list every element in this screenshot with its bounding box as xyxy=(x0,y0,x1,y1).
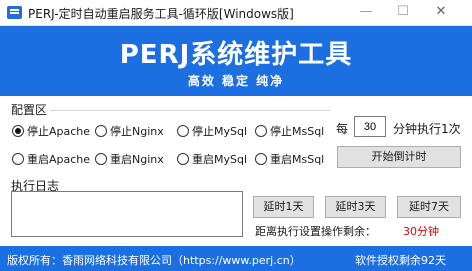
window-title: PERJ-定时自动重启服务工具-循环版[Windows版] xyxy=(28,7,294,21)
radio-circle-icon xyxy=(95,125,107,137)
radio-circle-icon xyxy=(255,153,267,165)
radio-label: 重启Nginx xyxy=(110,153,164,166)
app-icon xyxy=(7,6,22,19)
minimize-button[interactable]: — xyxy=(351,2,381,22)
banner: PERJ系统维护工具 高效 稳定 纯净 xyxy=(0,26,472,96)
start-countdown-button[interactable]: 开始倒计时 xyxy=(337,146,461,168)
banner-subtitle: 高效 稳定 纯净 xyxy=(187,74,285,88)
every-suffix-label: 分钟执行1次 xyxy=(393,122,461,136)
radio-circle-icon xyxy=(95,153,107,165)
radio-restart-mssql[interactable]: 重启MsSql xyxy=(255,151,324,167)
remaining-value: 30分钟 xyxy=(403,225,439,238)
license-remaining-text: 软件授权剩余92天 xyxy=(355,254,446,267)
radio-label: 停止MsSql xyxy=(270,125,325,138)
status-footer: 版权所有：香雨网络科技有限公司（https://www.perj.cn） 软件授… xyxy=(0,246,472,271)
radio-label: 停止Apache xyxy=(27,125,91,138)
radio-label: 停止MySql xyxy=(192,125,248,138)
maximize-button[interactable]: ☐ xyxy=(388,2,418,22)
delay-7-days-button[interactable]: 延时7天 xyxy=(397,196,461,218)
radio-label: 重启Apache xyxy=(27,153,91,166)
every-prefix-label: 每 xyxy=(336,122,349,136)
radio-restart-mysql[interactable]: 重启MySql xyxy=(177,151,247,167)
radio-label: 重启MySql xyxy=(192,153,248,166)
radio-label: 停止Nginx xyxy=(110,125,164,138)
radio-stop-mysql[interactable]: 停止MySql xyxy=(177,123,247,139)
radio-circle-icon xyxy=(177,125,189,137)
radio-circle-icon xyxy=(255,125,267,137)
config-divider xyxy=(50,110,330,111)
title-bar: PERJ-定时自动重启服务工具-循环版[Windows版] — ☐ ✕ xyxy=(0,0,472,26)
radio-circle-icon xyxy=(177,153,189,165)
radio-circle-icon xyxy=(12,125,24,137)
radio-label: 重启MsSql xyxy=(270,153,325,166)
copyright-text: 版权所有：香雨网络科技有限公司（https://www.perj.cn） xyxy=(7,254,301,267)
delay-1-day-button[interactable]: 延时1天 xyxy=(253,196,314,218)
close-button[interactable]: ✕ xyxy=(426,2,456,22)
remaining-label: 距离执行设置操作剩余： xyxy=(255,225,376,238)
radio-stop-nginx[interactable]: 停止Nginx xyxy=(95,123,164,139)
radio-restart-apache[interactable]: 重启Apache xyxy=(12,151,90,167)
log-textarea[interactable] xyxy=(11,191,243,237)
radio-restart-nginx[interactable]: 重启Nginx xyxy=(95,151,164,167)
banner-title: PERJ系统维护工具 xyxy=(119,40,353,70)
interval-input[interactable] xyxy=(354,116,386,137)
radio-circle-icon xyxy=(12,153,24,165)
radio-stop-mssql[interactable]: 停止MsSql xyxy=(255,123,324,139)
radio-stop-apache[interactable]: 停止Apache xyxy=(12,123,90,139)
config-section-label: 配置区 xyxy=(11,103,48,117)
delay-3-days-button[interactable]: 延时3天 xyxy=(325,196,386,218)
